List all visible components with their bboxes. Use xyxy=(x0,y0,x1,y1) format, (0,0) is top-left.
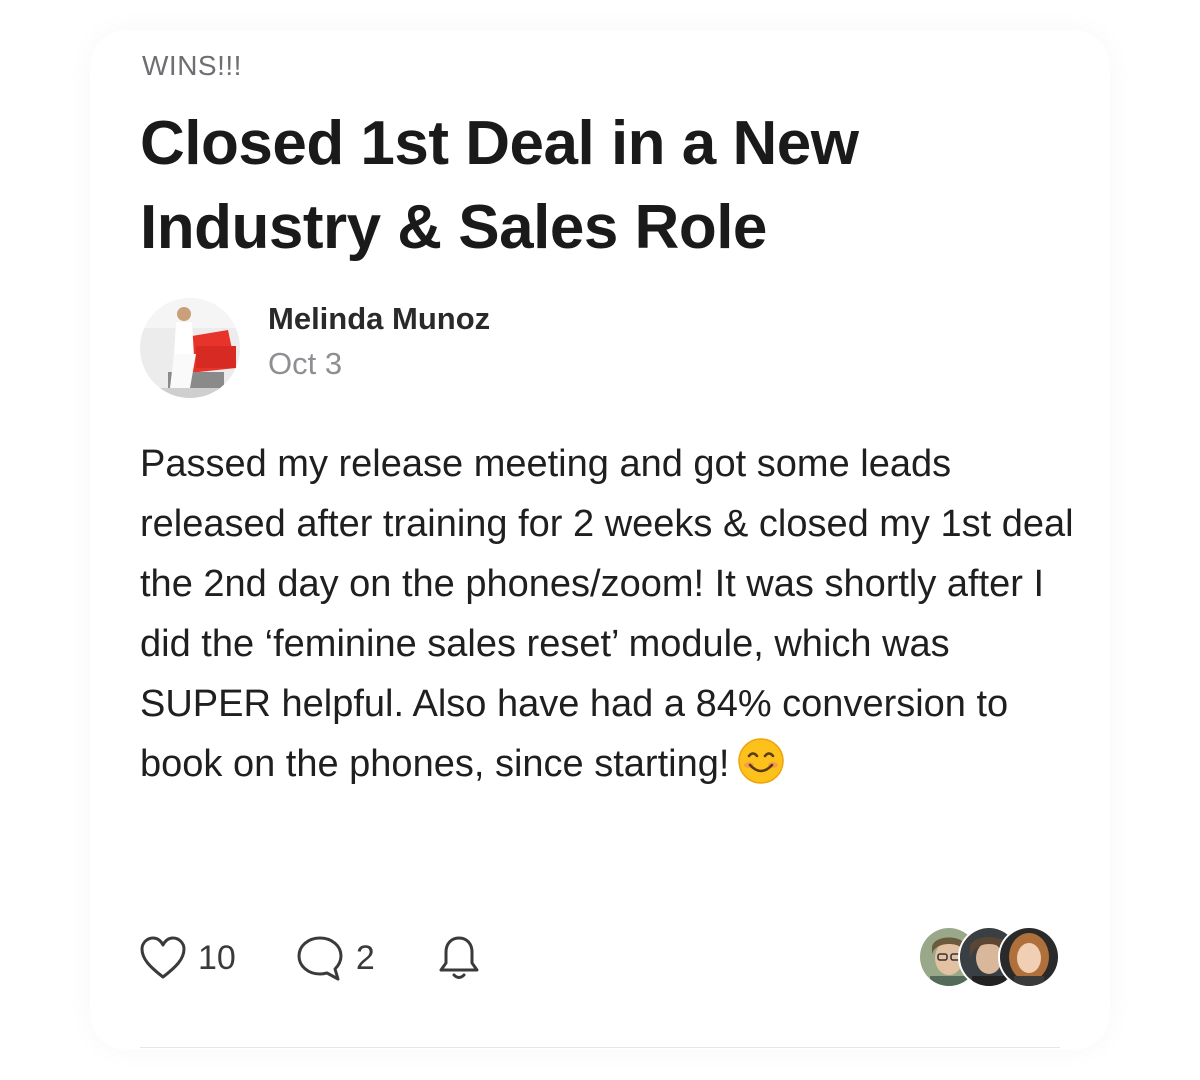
post-body: Passed my release meeting and got some l… xyxy=(140,434,1080,794)
speech-bubble-icon xyxy=(294,934,346,982)
card-divider xyxy=(140,1047,1060,1048)
notify-button[interactable] xyxy=(435,933,483,983)
like-count: 10 xyxy=(198,938,236,977)
comment-button[interactable]: 2 xyxy=(294,934,375,982)
smiling-face-emoji xyxy=(737,737,785,785)
author-name[interactable]: Melinda Munoz xyxy=(268,301,490,337)
like-button[interactable]: 10 xyxy=(138,935,236,981)
post-title[interactable]: Closed 1st Deal in a New Industry & Sale… xyxy=(140,102,1040,270)
post-category[interactable]: WINS!!! xyxy=(142,50,242,82)
comment-count: 2 xyxy=(355,938,375,977)
participant-avatars[interactable] xyxy=(918,926,1063,988)
author-avatar[interactable] xyxy=(140,298,240,398)
post-actions: 10 2 xyxy=(138,928,483,988)
post-body-text: Passed my release meeting and got some l… xyxy=(140,443,1074,785)
post-date: Oct 3 xyxy=(268,346,343,381)
post-card[interactable]: WINS!!! Closed 1st Deal in a New Industr… xyxy=(90,30,1110,1050)
heart-icon xyxy=(138,935,188,981)
bell-icon xyxy=(435,933,483,983)
participant-avatar xyxy=(998,926,1060,988)
